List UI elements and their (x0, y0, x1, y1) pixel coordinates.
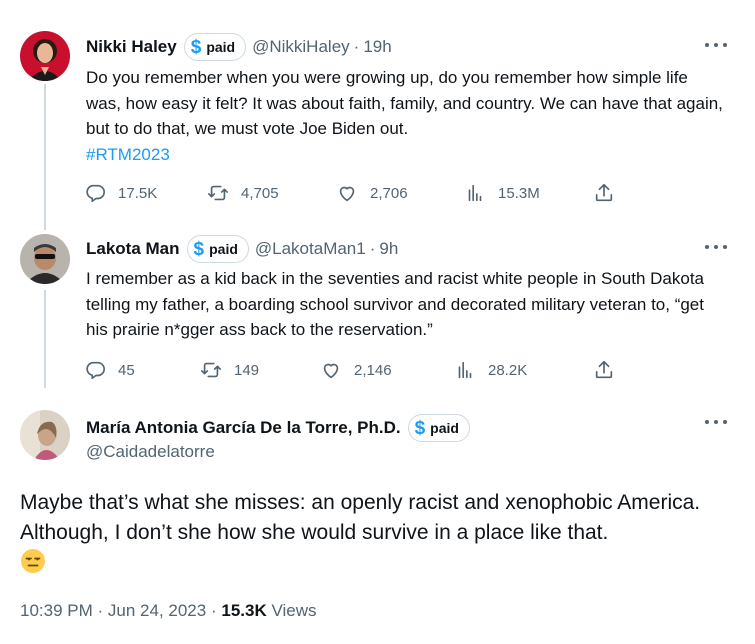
tweet-time[interactable]: 10:39 PM (20, 601, 93, 620)
retweet-count: 149 (234, 361, 260, 379)
reply-icon (86, 361, 105, 380)
user-handle[interactable]: @NikkiHaley (252, 37, 350, 57)
like-icon (339, 186, 355, 202)
reply-button[interactable]: 45 (84, 357, 135, 383)
reply-button[interactable]: 17.5K (84, 180, 157, 206)
retweet-icon (201, 362, 221, 378)
timestamp[interactable]: 9h (379, 239, 398, 259)
paid-badge[interactable]: $ paid (183, 33, 247, 61)
tweet-body: Do you remember when you were growing up… (86, 68, 723, 138)
views-icon (458, 361, 472, 379)
paid-dollar-icon: $ (193, 238, 205, 260)
more-icon[interactable] (705, 415, 727, 429)
paid-badge[interactable]: $ paid (407, 414, 470, 442)
separator: · (210, 601, 217, 620)
share-icon (595, 183, 613, 202)
reply-count: 17.5K (118, 184, 158, 202)
user-handle[interactable]: @LakotaMan1 (255, 239, 366, 259)
separator: · (353, 37, 360, 56)
tweet-thread: Nikki Haley $ paid @NikkiHaley · 19h Do … (0, 0, 755, 644)
views-button[interactable]: 15.3M (464, 180, 540, 206)
views-button[interactable]: 28.2K (454, 357, 527, 383)
unamused-emoji (21, 549, 45, 573)
thread-line (44, 290, 46, 388)
tweet-body: I remember as a kid back in the seventie… (86, 269, 705, 339)
tweet-header: Nikki Haley $ paid @NikkiHaley · 19h (86, 33, 392, 61)
retweet-icon (208, 185, 228, 201)
like-button[interactable]: 2,146 (320, 357, 392, 383)
paid-label: paid (430, 420, 459, 436)
retweet-count: 4,705 (241, 184, 279, 202)
views-label: Views (271, 601, 317, 620)
thread-line (44, 84, 46, 230)
views-count: 28.2K (488, 361, 528, 379)
like-icon (323, 363, 339, 379)
more-icon[interactable] (705, 38, 727, 52)
user-handle[interactable]: @Caidadelatorre (86, 442, 215, 462)
paid-label: paid (206, 39, 236, 55)
paid-dollar-icon: $ (190, 36, 202, 58)
retweet-button[interactable]: 149 (200, 357, 259, 383)
timestamp[interactable]: 19h (363, 37, 391, 57)
like-count: 2,146 (354, 361, 392, 379)
tweet-text: Do you remember when you were growing up… (86, 65, 726, 167)
paid-badge[interactable]: $ paid (186, 235, 249, 263)
views-count: 15.3M (498, 184, 540, 202)
tweet-body: Maybe that’s what she misses: an openly … (20, 491, 701, 544)
views-icon (468, 184, 482, 202)
avatar[interactable] (20, 31, 70, 81)
display-name[interactable]: Nikki Haley (86, 37, 177, 57)
tweet-meta: 10:39 PM · Jun 24, 2023 · 15.3K Views (20, 601, 317, 621)
tweet-text: I remember as a kid back in the seventie… (86, 266, 726, 343)
separator: · (97, 601, 104, 620)
more-icon[interactable] (705, 240, 727, 254)
reply-count: 45 (118, 361, 135, 379)
display-name[interactable]: María Antonia García De la Torre, Ph.D. (86, 418, 401, 438)
reply-icon (86, 184, 105, 203)
action-bar: 17.5K 4,705 2,706 15.3M (84, 180, 644, 206)
views-count[interactable]: 15.3K (221, 601, 266, 620)
share-button[interactable] (593, 357, 615, 383)
separator: · (369, 239, 376, 258)
hashtag-link[interactable]: #RTM2023 (86, 145, 170, 164)
share-button[interactable] (593, 180, 615, 206)
tweet-date[interactable]: Jun 24, 2023 (108, 601, 206, 620)
paid-dollar-icon: $ (414, 417, 426, 439)
like-count: 2,706 (370, 184, 408, 202)
share-icon (595, 360, 613, 379)
main-tweet-header: María Antonia García De la Torre, Ph.D. … (86, 414, 470, 442)
display-name[interactable]: Lakota Man (86, 239, 180, 259)
retweet-button[interactable]: 4,705 (207, 180, 279, 206)
avatar[interactable] (20, 410, 70, 460)
main-tweet-text: Maybe that’s what she misses: an openly … (20, 488, 736, 578)
like-button[interactable]: 2,706 (336, 180, 408, 206)
tweet-header: Lakota Man $ paid @LakotaMan1 · 9h (86, 235, 398, 263)
avatar[interactable] (20, 234, 70, 284)
action-bar: 45 149 2,146 28.2K (84, 357, 644, 383)
paid-label: paid (209, 241, 238, 257)
